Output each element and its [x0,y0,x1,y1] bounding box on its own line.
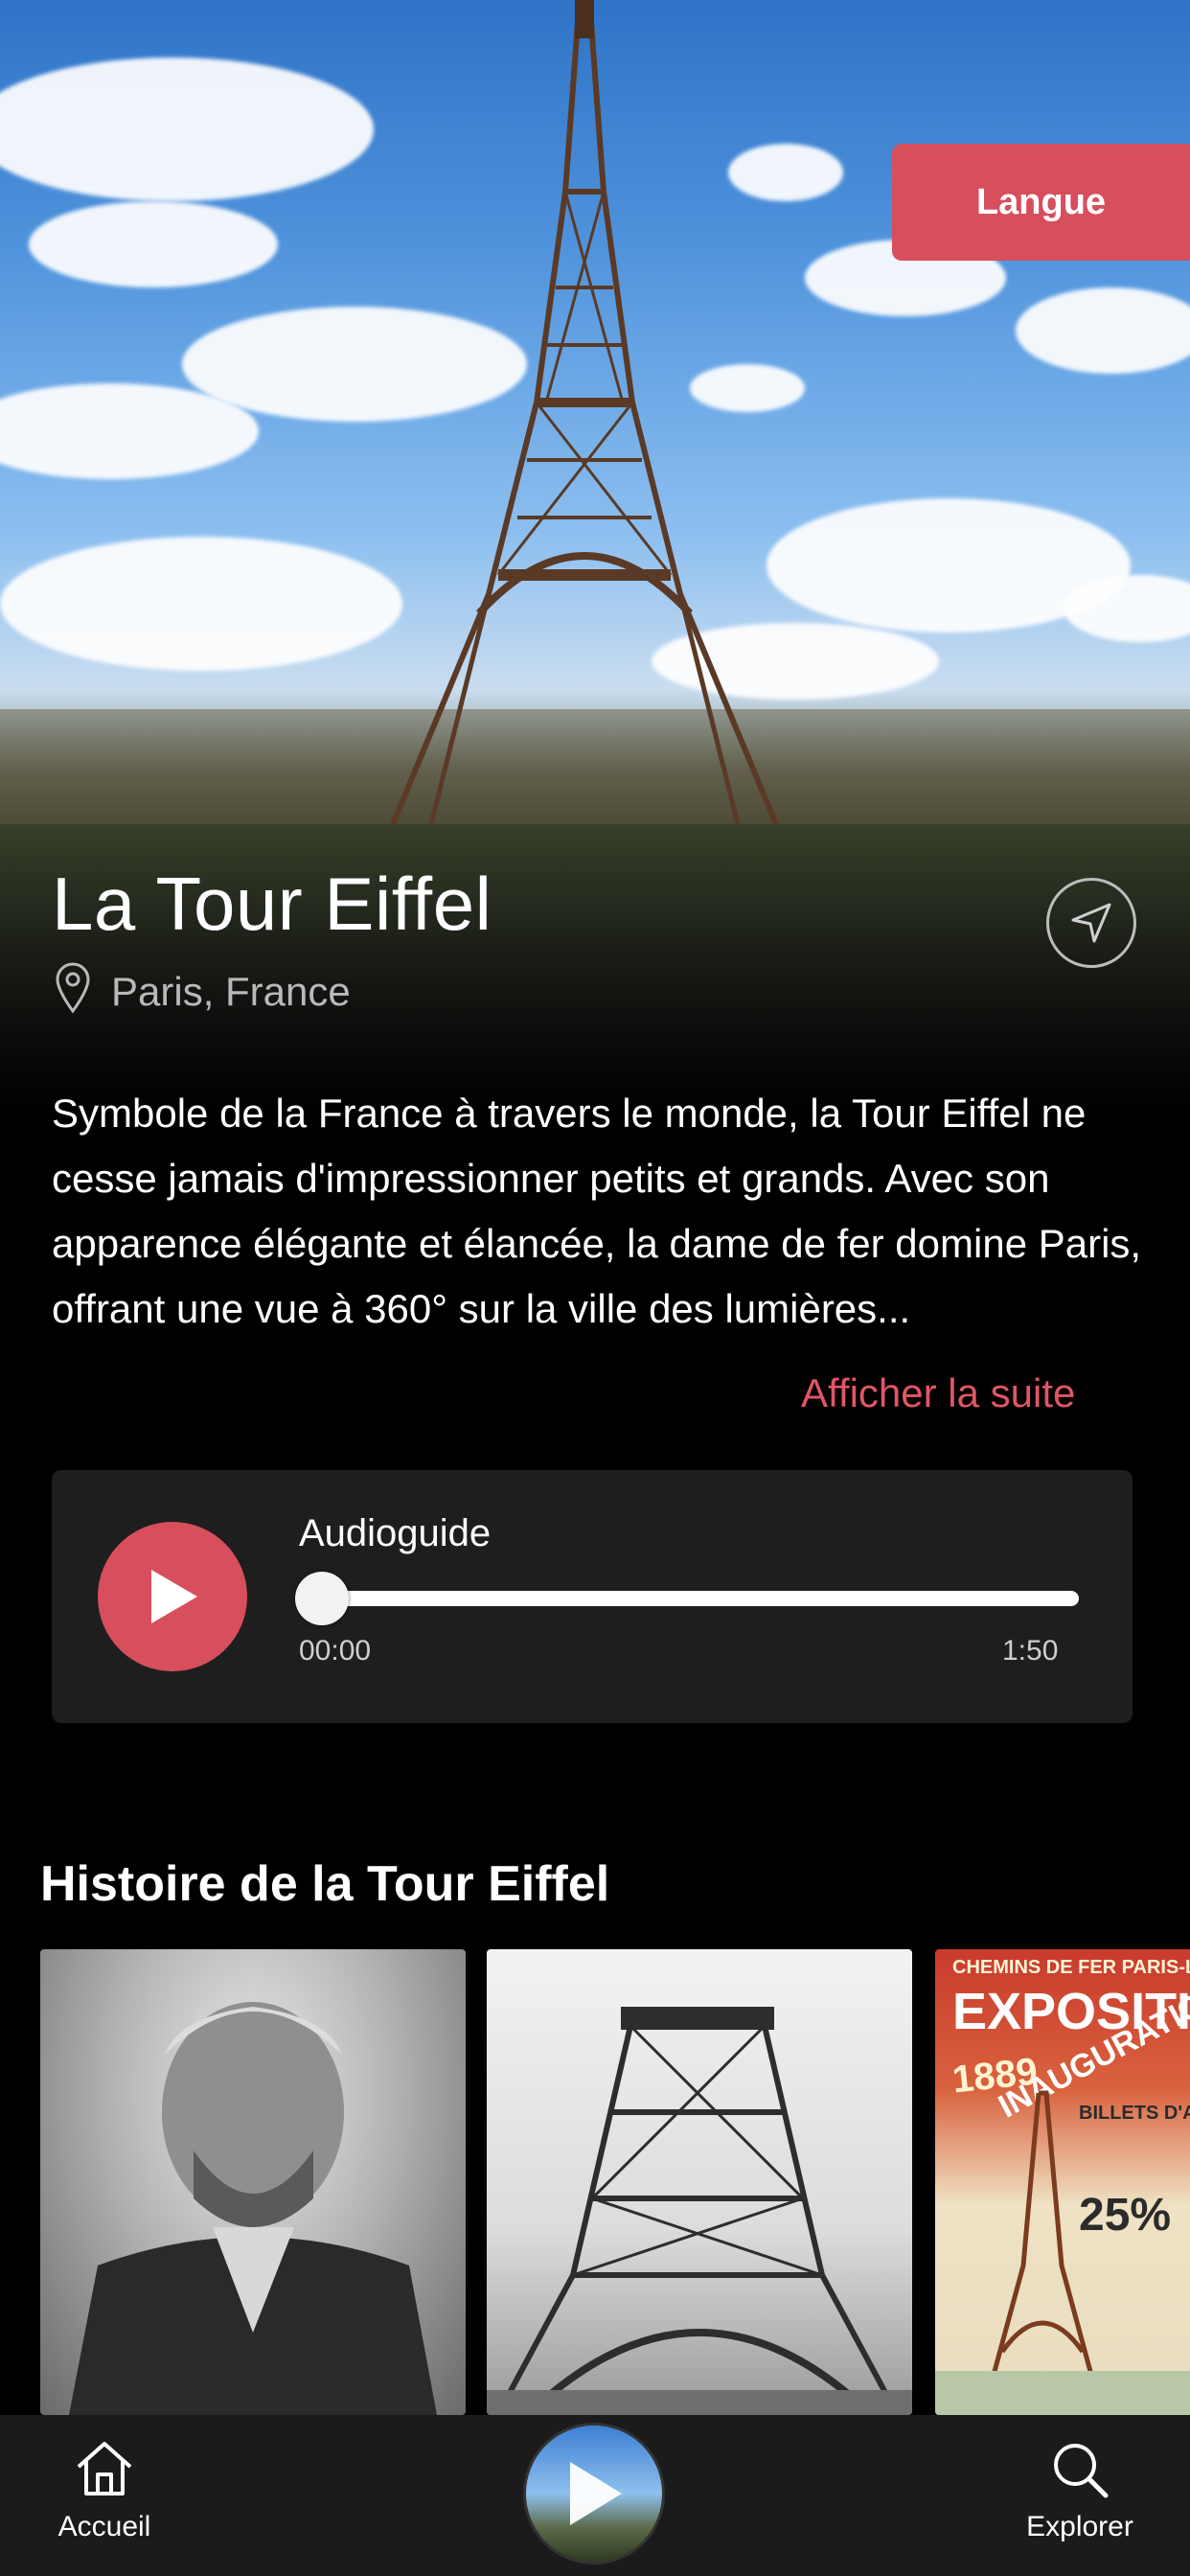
audioguide-player: Audioguide 00:00 1:50 [52,1470,1133,1723]
cloud [1016,288,1190,374]
navigation-arrow-icon [1071,903,1111,943]
construction-photo [487,2007,912,2415]
current-time: 00:00 [299,1635,372,1667]
search-icon [1054,2444,1109,2498]
audioguide-label: Audioguide [299,1512,492,1554]
audio-progress-track[interactable] [295,1572,1079,1625]
home-icon [77,2442,132,2496]
cloud [29,201,278,288]
location-label: Paris, France [111,969,351,1014]
show-more-link[interactable]: Afficher la suite [801,1370,1075,1416]
history-card-construction[interactable] [487,1949,912,2415]
cloud [0,58,374,201]
tab-home[interactable]: Accueil [42,2415,167,2576]
eiffel-tower-illustration [390,0,779,826]
play-icon [151,1570,197,1623]
play-button[interactable] [98,1522,247,1671]
history-carousel[interactable]: CHEMINS DE FER PARIS-LYON EXPOSITION UN … [40,1949,1190,2415]
bottom-tab-bar: Accueil Explorer [0,2415,1190,2576]
map-pin-icon [54,960,92,1024]
cloud [1064,575,1190,642]
tab-home-label: Accueil [57,2511,151,2542]
now-playing-button[interactable] [523,2423,665,2564]
history-card-portrait[interactable] [40,1949,466,2415]
cloud [0,537,402,671]
tab-explore[interactable]: Explorer [1018,2415,1142,2576]
duration: 1:50 [1002,1635,1059,1667]
portrait-photo [69,2002,437,2415]
language-button[interactable]: Langue [892,144,1190,261]
page-title: La Tour Eiffel [52,862,492,946]
tab-explore-label: Explorer [1026,2511,1133,2542]
place-description: Symbole de la France à travers le monde,… [52,1091,1142,1331]
directions-button[interactable] [1046,878,1136,968]
play-icon [570,2462,622,2525]
poster-tower [935,2090,1190,2415]
location-row: Paris, France [54,960,351,1024]
audio-scrubber-handle[interactable] [295,1572,349,1625]
history-card-exposition-poster[interactable]: CHEMINS DE FER PARIS-LYON EXPOSITION UN … [935,1949,1190,2415]
history-section-title: Histoire de la Tour Eiffel [40,1856,610,1912]
